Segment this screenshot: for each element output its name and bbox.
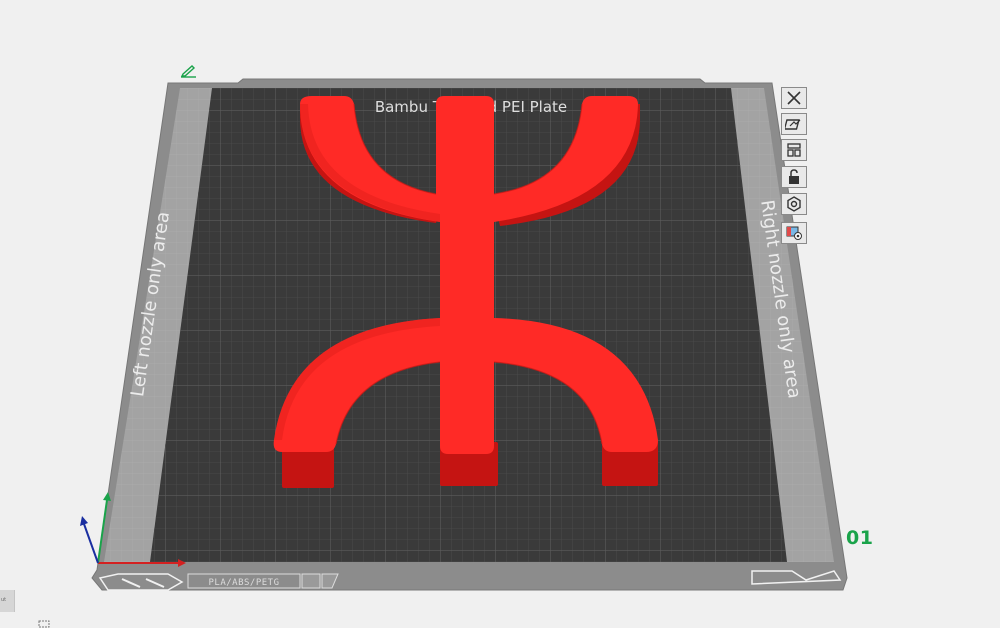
plate-type-icon (786, 226, 802, 240)
gear-icon (787, 196, 801, 212)
edit-plate-name-icon[interactable] (180, 64, 198, 78)
plate-number-label[interactable]: 01 (846, 527, 873, 549)
plate-view-button[interactable] (781, 222, 807, 244)
auto-orient-button[interactable] (781, 113, 807, 135)
filament-type-tag: PLA/ABS/PETG (208, 578, 279, 588)
lock-plate-button[interactable] (781, 166, 807, 188)
close-icon (787, 91, 801, 105)
side-panel-edge[interactable]: ut (0, 590, 15, 612)
lock-icon (789, 169, 799, 184)
side-panel-edge-label: ut (1, 597, 7, 603)
orient-icon (785, 119, 801, 130)
delete-plate-button[interactable] (781, 87, 807, 109)
arrange-icon (787, 143, 801, 157)
arrange-button[interactable] (781, 139, 807, 161)
expand-icon[interactable] (38, 620, 50, 628)
plate-settings-button[interactable] (781, 193, 807, 215)
